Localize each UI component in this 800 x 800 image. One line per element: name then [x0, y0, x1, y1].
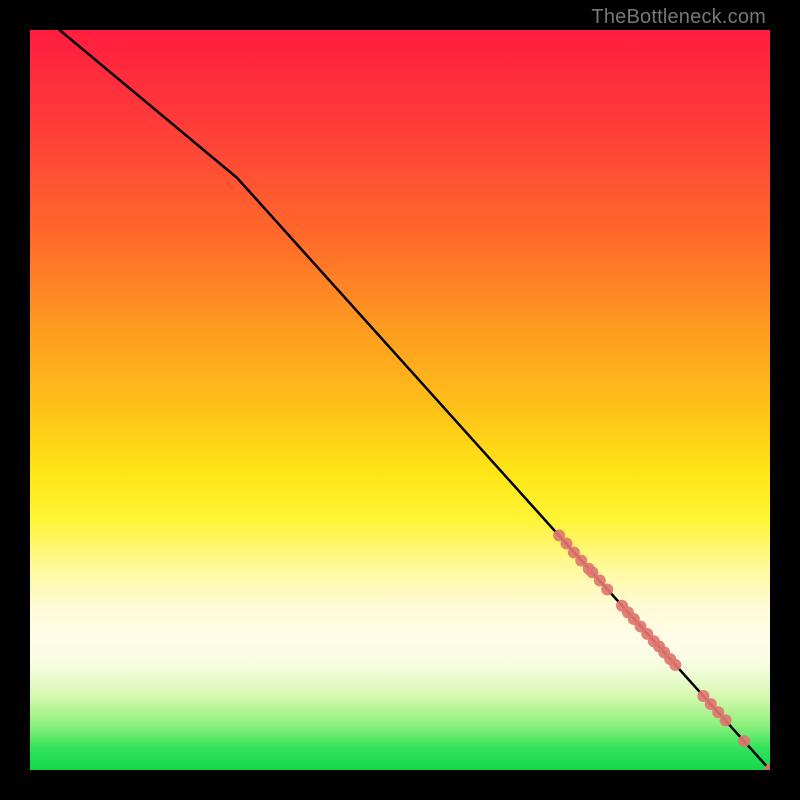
watermark-text: TheBottleneck.com [591, 6, 766, 29]
curve-line [60, 30, 770, 770]
chart-frame: TheBottleneck.com [0, 0, 800, 800]
plot-area [30, 30, 770, 770]
chart-overlay [30, 30, 770, 770]
